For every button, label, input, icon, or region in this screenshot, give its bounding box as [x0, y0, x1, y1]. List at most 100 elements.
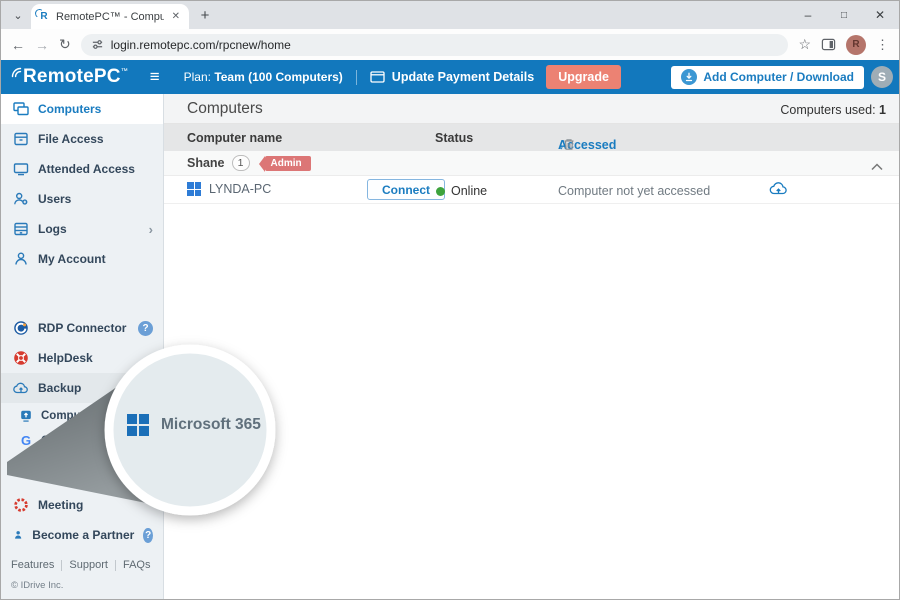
sidebar-item-logs[interactable]: Logs › — [1, 214, 163, 244]
footer-link-features[interactable]: Features — [11, 559, 54, 571]
admin-badge: Admin — [265, 156, 311, 171]
page-title-bar: Computers Computers used: 1 — [164, 94, 899, 124]
window-close-button[interactable]: ✕ — [873, 8, 887, 22]
maximize-button[interactable]: □ — [837, 10, 851, 21]
minimize-button[interactable]: – — [801, 8, 815, 22]
connect-button[interactable]: Connect — [367, 179, 445, 200]
sidebar-item-helpdesk[interactable]: HelpDesk — [1, 343, 163, 373]
window-controls: – □ ✕ — [801, 1, 893, 29]
forward-icon[interactable]: → — [35, 37, 49, 53]
tab-title: RemotePC™ - Computers — [56, 11, 164, 23]
helpdesk-icon — [13, 350, 29, 366]
tab-strip: ⌄ R RemotePC™ - Computers ✕ + – □ ✕ — [1, 1, 899, 29]
group-count-badge: 1 — [232, 155, 250, 171]
sidebar-item-google-workspace[interactable]: G Google Workspace — [1, 428, 163, 453]
status-text: Online — [451, 184, 487, 198]
browser-toolbar: ← → ↻ login.remotepc.com/rpcnew/home ☆ R… — [1, 29, 899, 60]
collapse-chevron-icon[interactable] — [871, 158, 883, 176]
hamburger-menu-icon[interactable]: ≡ — [150, 70, 160, 84]
side-panel-icon[interactable] — [821, 37, 836, 52]
computer-backup-icon — [19, 409, 33, 423]
attended-access-icon — [13, 161, 29, 177]
browser-window: ⌄ R RemotePC™ - Computers ✕ + – □ ✕ ← → … — [0, 0, 900, 600]
footer-link-support[interactable]: Support — [69, 559, 108, 571]
remotepc-logo: RemotePC ™ — [11, 66, 128, 88]
help-icon[interactable]: ? — [138, 321, 153, 336]
backup-cloud-icon — [13, 380, 29, 396]
header-divider — [356, 70, 357, 85]
rdp-connector-icon — [13, 320, 29, 336]
users-icon — [13, 191, 29, 207]
url-text[interactable]: login.remotepc.com/rpcnew/home — [111, 38, 291, 52]
file-access-icon — [13, 131, 29, 147]
online-status-icon — [436, 187, 445, 196]
sidebar-footer: Features Support FAQs © IDrive Inc. — [1, 559, 163, 599]
new-tab-button[interactable]: + — [193, 3, 217, 27]
url-bar[interactable]: login.remotepc.com/rpcnew/home — [81, 34, 789, 56]
copyright-text: © IDrive Inc. — [11, 580, 163, 591]
sidebar-spacer — [1, 274, 163, 313]
status-cell: Online — [436, 184, 487, 198]
computers-icon — [13, 101, 29, 117]
windows-icon — [187, 182, 201, 196]
sidebar-item-microsoft-365[interactable]: Microsoft 365 — [1, 453, 163, 478]
footer-separator — [61, 560, 62, 571]
sidebar-item-rdp-connector[interactable]: RDP Connector ? — [1, 313, 163, 343]
google-workspace-icon: G — [19, 433, 33, 448]
page-title: Computers — [187, 100, 263, 118]
browser-profile-avatar[interactable]: R — [846, 35, 866, 55]
site-info-icon[interactable] — [91, 38, 104, 51]
app-header: RemotePC ™ ≡ Plan: Team (100 Computers) … — [1, 60, 899, 94]
microsoft-365-icon — [19, 459, 33, 473]
plus-icon: + — [201, 7, 210, 24]
accessed-date-cell: Computer not yet accessed — [558, 184, 710, 198]
footer-link-faqs[interactable]: FAQs — [123, 559, 151, 571]
sidebar-item-computers[interactable]: Computers — [1, 94, 163, 124]
logs-icon — [13, 221, 29, 237]
logo-trademark: ™ — [121, 68, 128, 75]
back-icon[interactable]: ← — [11, 37, 25, 53]
meeting-icon — [13, 497, 29, 513]
column-computer-name[interactable]: Computer name — [187, 131, 282, 145]
update-payment-link[interactable]: Update Payment Details — [370, 70, 534, 84]
cloud-backup-icon[interactable] — [769, 180, 788, 202]
reload-icon[interactable]: ↻ — [59, 36, 71, 53]
sidebar-item-meeting[interactable]: Meeting — [1, 490, 163, 520]
sidebar-item-backup[interactable]: Backup — [1, 373, 163, 403]
computer-row[interactable]: LYNDA-PC Connect Online Computer not yet… — [164, 176, 899, 204]
computers-used: Computers used: 1 — [780, 103, 886, 117]
tab-close-icon[interactable]: ✕ — [170, 11, 182, 22]
help-icon[interactable]: ? — [143, 528, 153, 543]
sidebar-item-file-access[interactable]: File Access — [1, 124, 163, 154]
remotepc-favicon-icon: R — [38, 11, 50, 23]
bookmark-star-icon[interactable]: ☆ — [798, 36, 811, 53]
browser-tab[interactable]: R RemotePC™ - Computers ✕ — [31, 4, 189, 29]
browser-menu-icon[interactable]: ⋮ — [876, 37, 889, 53]
payment-card-icon — [370, 71, 385, 83]
footer-separator — [115, 560, 116, 571]
upgrade-button[interactable]: Upgrade — [546, 65, 621, 89]
trash-icon[interactable] — [563, 138, 575, 151]
main-content: Computers Computers used: 1 Computer nam… — [164, 94, 899, 599]
group-row[interactable]: Shane 1 Admin — [164, 151, 899, 176]
computer-name: LYNDA-PC — [209, 182, 271, 196]
chevron-right-icon: › — [149, 222, 153, 237]
sidebar-item-attended-access[interactable]: Attended Access — [1, 154, 163, 184]
partner-icon — [13, 527, 23, 543]
sidebar-item-become-a-partner[interactable]: Become a Partner ? — [1, 520, 163, 550]
sidebar-item-computer-backup[interactable]: Computer Backup — [1, 403, 163, 428]
account-avatar[interactable]: S — [871, 66, 893, 88]
tab-search-button[interactable]: ⌄ — [7, 4, 29, 26]
plan-info: Plan: Team (100 Computers) — [184, 70, 343, 84]
sidebar-item-users[interactable]: Users — [1, 184, 163, 214]
table-header: Computer name Status Accessed date ↓ — [164, 124, 899, 151]
computer-name-cell: LYNDA-PC — [187, 182, 271, 196]
add-computer-button[interactable]: Add Computer / Download — [671, 66, 864, 89]
download-icon — [681, 69, 697, 85]
logo-text: RemotePC — [23, 66, 121, 88]
plan-value: Team (100 Computers) — [214, 70, 342, 84]
column-status[interactable]: Status — [435, 131, 473, 145]
sidebar-item-my-account[interactable]: My Account — [1, 244, 163, 274]
group-name: Shane — [187, 156, 225, 170]
my-account-icon — [13, 251, 29, 267]
